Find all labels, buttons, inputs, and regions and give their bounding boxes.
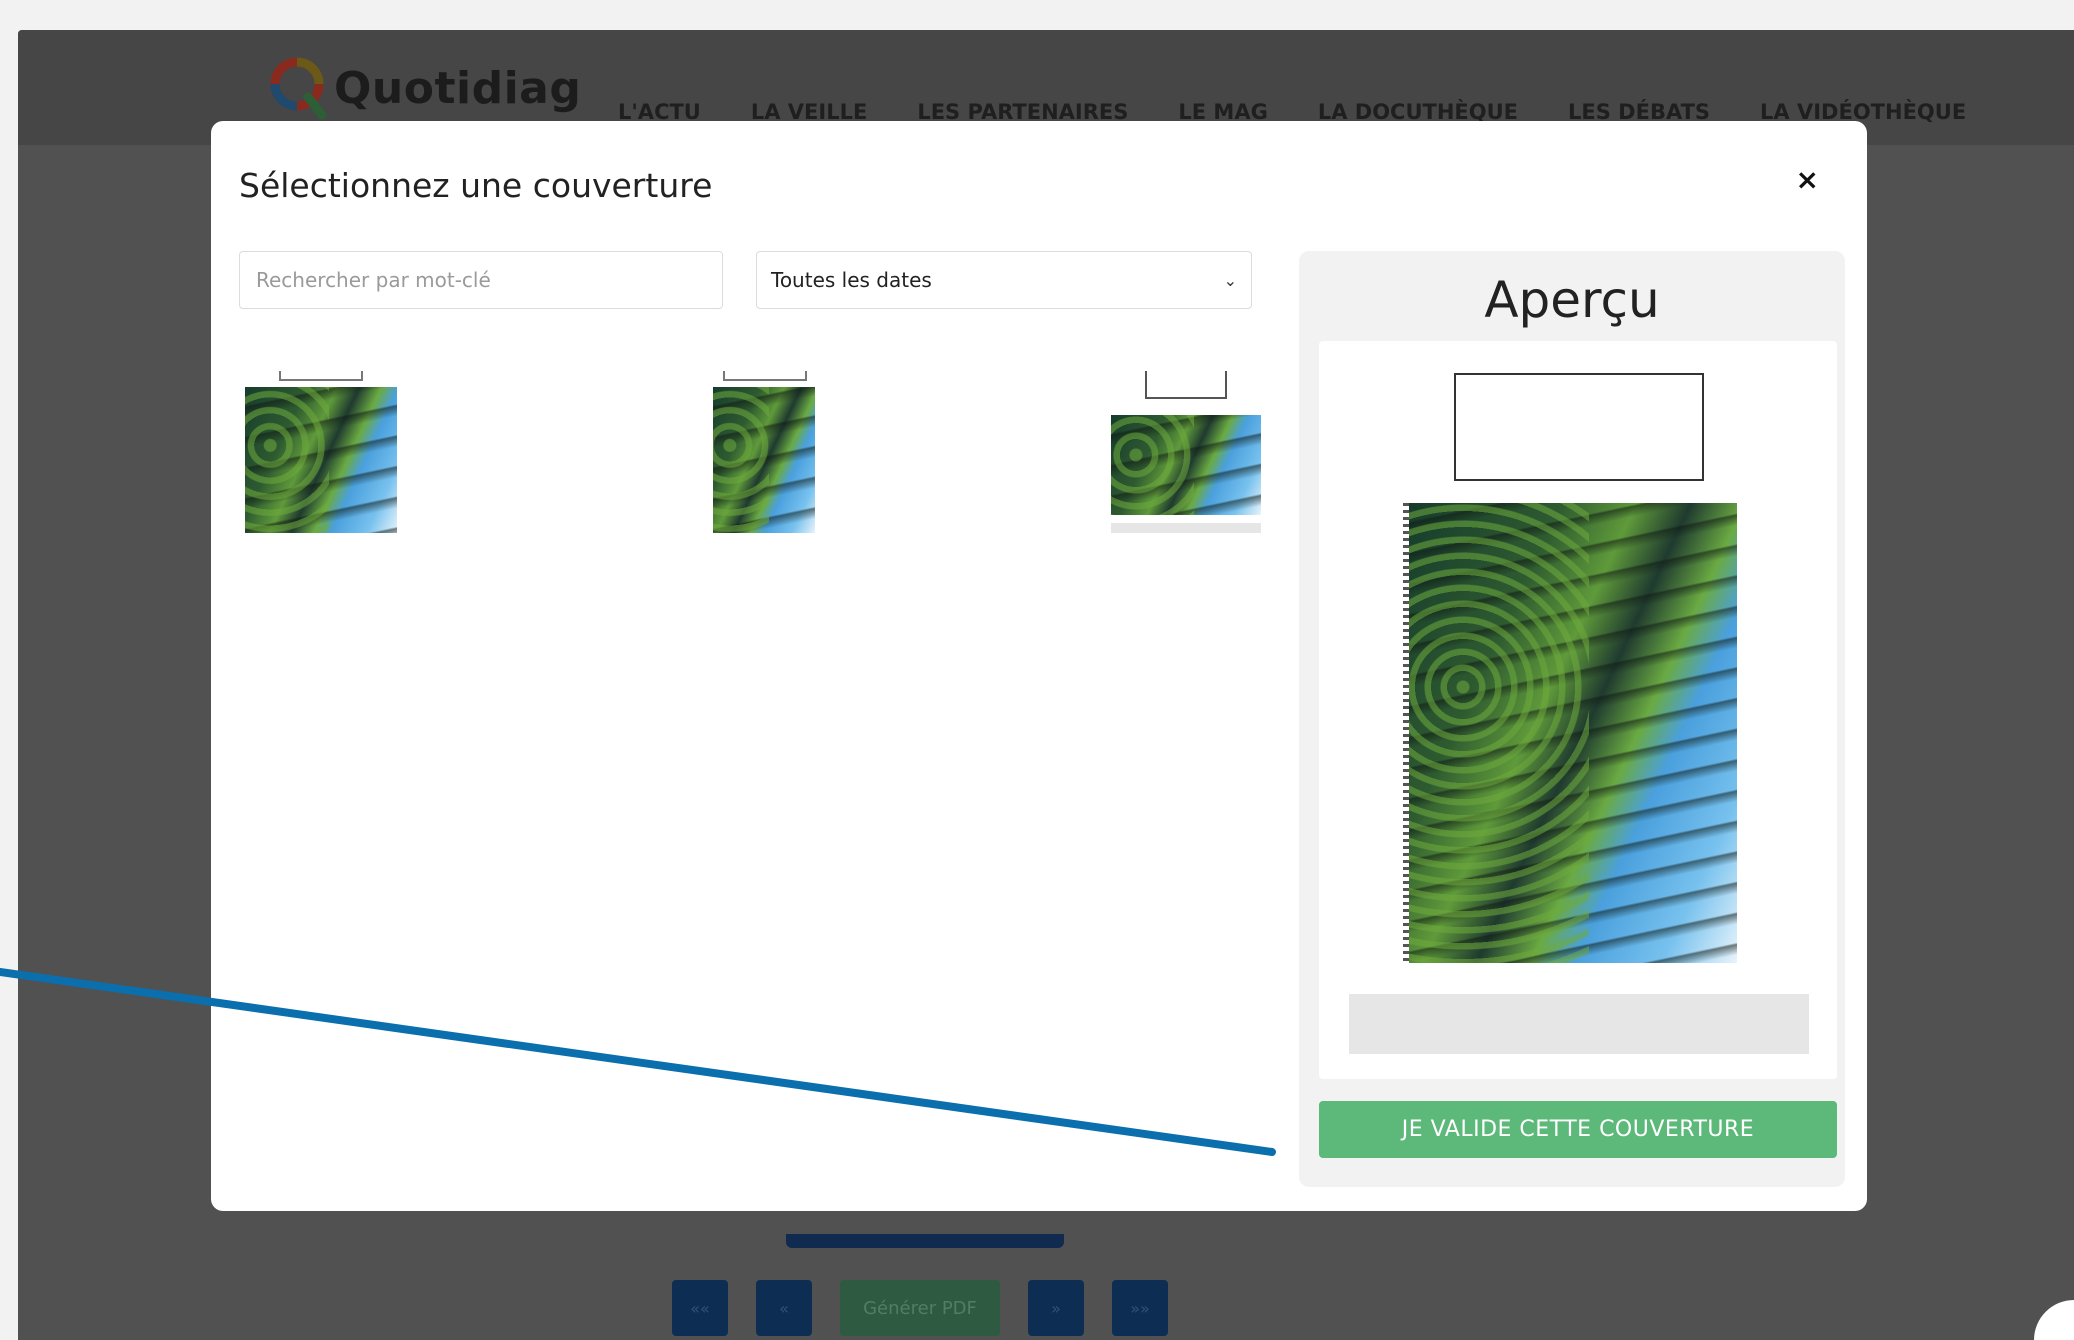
first-page-button[interactable]: ««: [672, 1280, 728, 1336]
cover-image: [245, 387, 397, 533]
date-filter-select[interactable]: Toutes les dates ⌄: [756, 251, 1252, 309]
preview-caption-strip: [1349, 994, 1809, 1054]
brand-logo[interactable]: Quotidiag: [268, 48, 581, 128]
preview-panel: Aperçu JE VALIDE CETTE COUVERTURE: [1299, 251, 1845, 1187]
frame-corner: [2034, 1300, 2074, 1340]
keyword-search-input[interactable]: [239, 251, 723, 309]
quotidiag-logo-icon: [270, 57, 327, 120]
cover-thumbnail[interactable]: [245, 371, 397, 533]
chevron-down-icon: ⌄: [1223, 270, 1237, 290]
cover-image: [713, 387, 815, 533]
prev-page-button[interactable]: «: [756, 1280, 812, 1336]
validate-cover-button[interactable]: JE VALIDE CETTE COUVERTURE: [1319, 1101, 1837, 1158]
close-icon[interactable]: ×: [1796, 163, 1819, 196]
generate-pdf-button[interactable]: Générer PDF: [840, 1280, 1000, 1336]
next-page-button[interactable]: »: [1028, 1280, 1084, 1336]
preview-title: Aperçu: [1484, 271, 1660, 329]
pagination: «« « Générer PDF » »»: [672, 1280, 1168, 1336]
preview-header-box: [1454, 373, 1704, 481]
background-button-edge: [786, 1234, 1064, 1248]
brand-name: Quotidiag: [334, 62, 582, 114]
modal-title: Sélectionnez une couverture: [239, 166, 713, 205]
cover-thumbnail[interactable]: [713, 371, 815, 533]
cover-strip: [1111, 523, 1261, 533]
cover-select-modal: Sélectionnez une couverture × Toutes les…: [211, 121, 1867, 1211]
cover-thumbnail[interactable]: [1111, 371, 1261, 539]
preview-cover-image: [1409, 503, 1737, 963]
cover-image: [1111, 415, 1261, 515]
last-page-button[interactable]: »»: [1112, 1280, 1168, 1336]
preview-card: [1319, 341, 1837, 1079]
date-filter-value: Toutes les dates: [771, 268, 932, 292]
